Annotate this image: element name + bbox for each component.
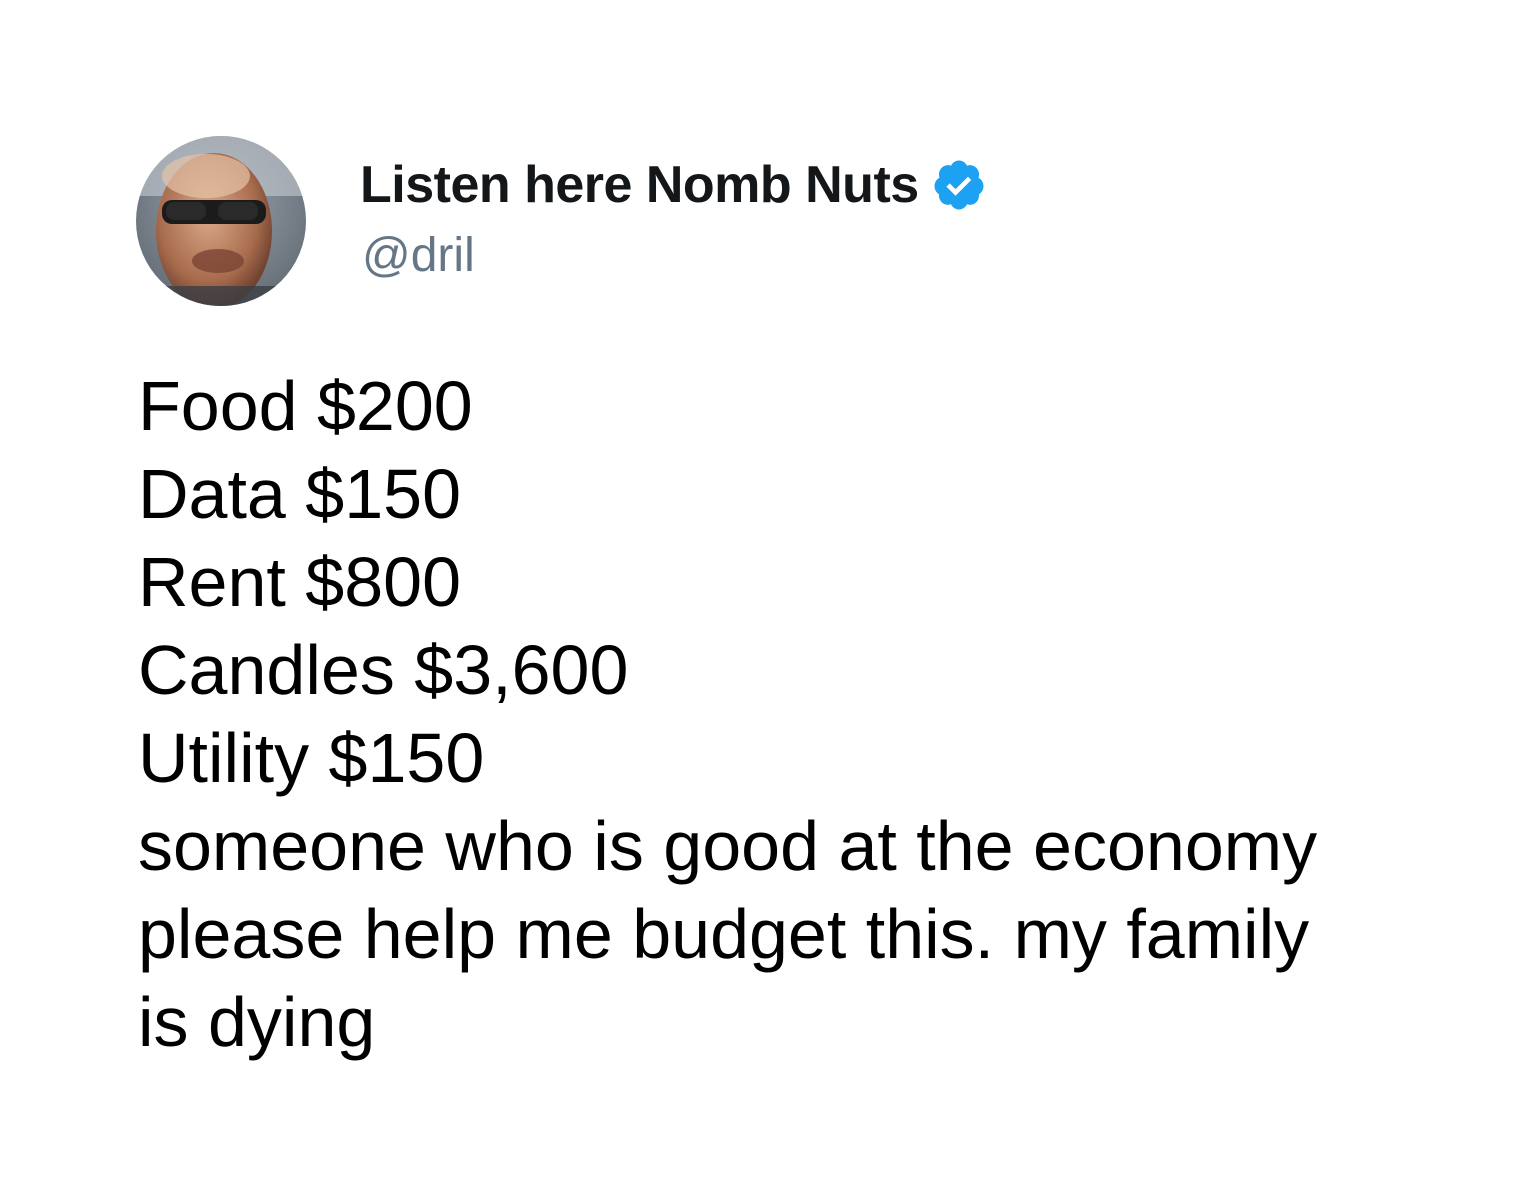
verified-badge-icon <box>931 157 987 213</box>
tweet-line: Candles $3,600 <box>138 631 629 709</box>
tweet-card: Listen here Nomb Nuts @dril Food $200 Da… <box>0 0 1531 1201</box>
tweet-line: is dying <box>138 983 376 1061</box>
tweet-line: Utility $150 <box>138 719 485 797</box>
tweet-line: Data $150 <box>138 455 462 533</box>
tweet-line: Rent $800 <box>138 543 462 621</box>
tweet-line: Food $200 <box>138 367 473 445</box>
tweet-line: someone who is good at the economy <box>138 807 1318 885</box>
author-name-row: Listen here Nomb Nuts <box>360 150 987 220</box>
tweet-text: Food $200 Data $150 Rent $800 Candles $3… <box>138 362 1438 1066</box>
display-name[interactable]: Listen here Nomb Nuts <box>360 155 919 215</box>
avatar[interactable] <box>136 136 306 306</box>
author-handle[interactable]: @dril <box>362 228 475 283</box>
avatar-photo <box>136 136 306 306</box>
tweet-line: please help me budget this. my family <box>138 895 1310 973</box>
